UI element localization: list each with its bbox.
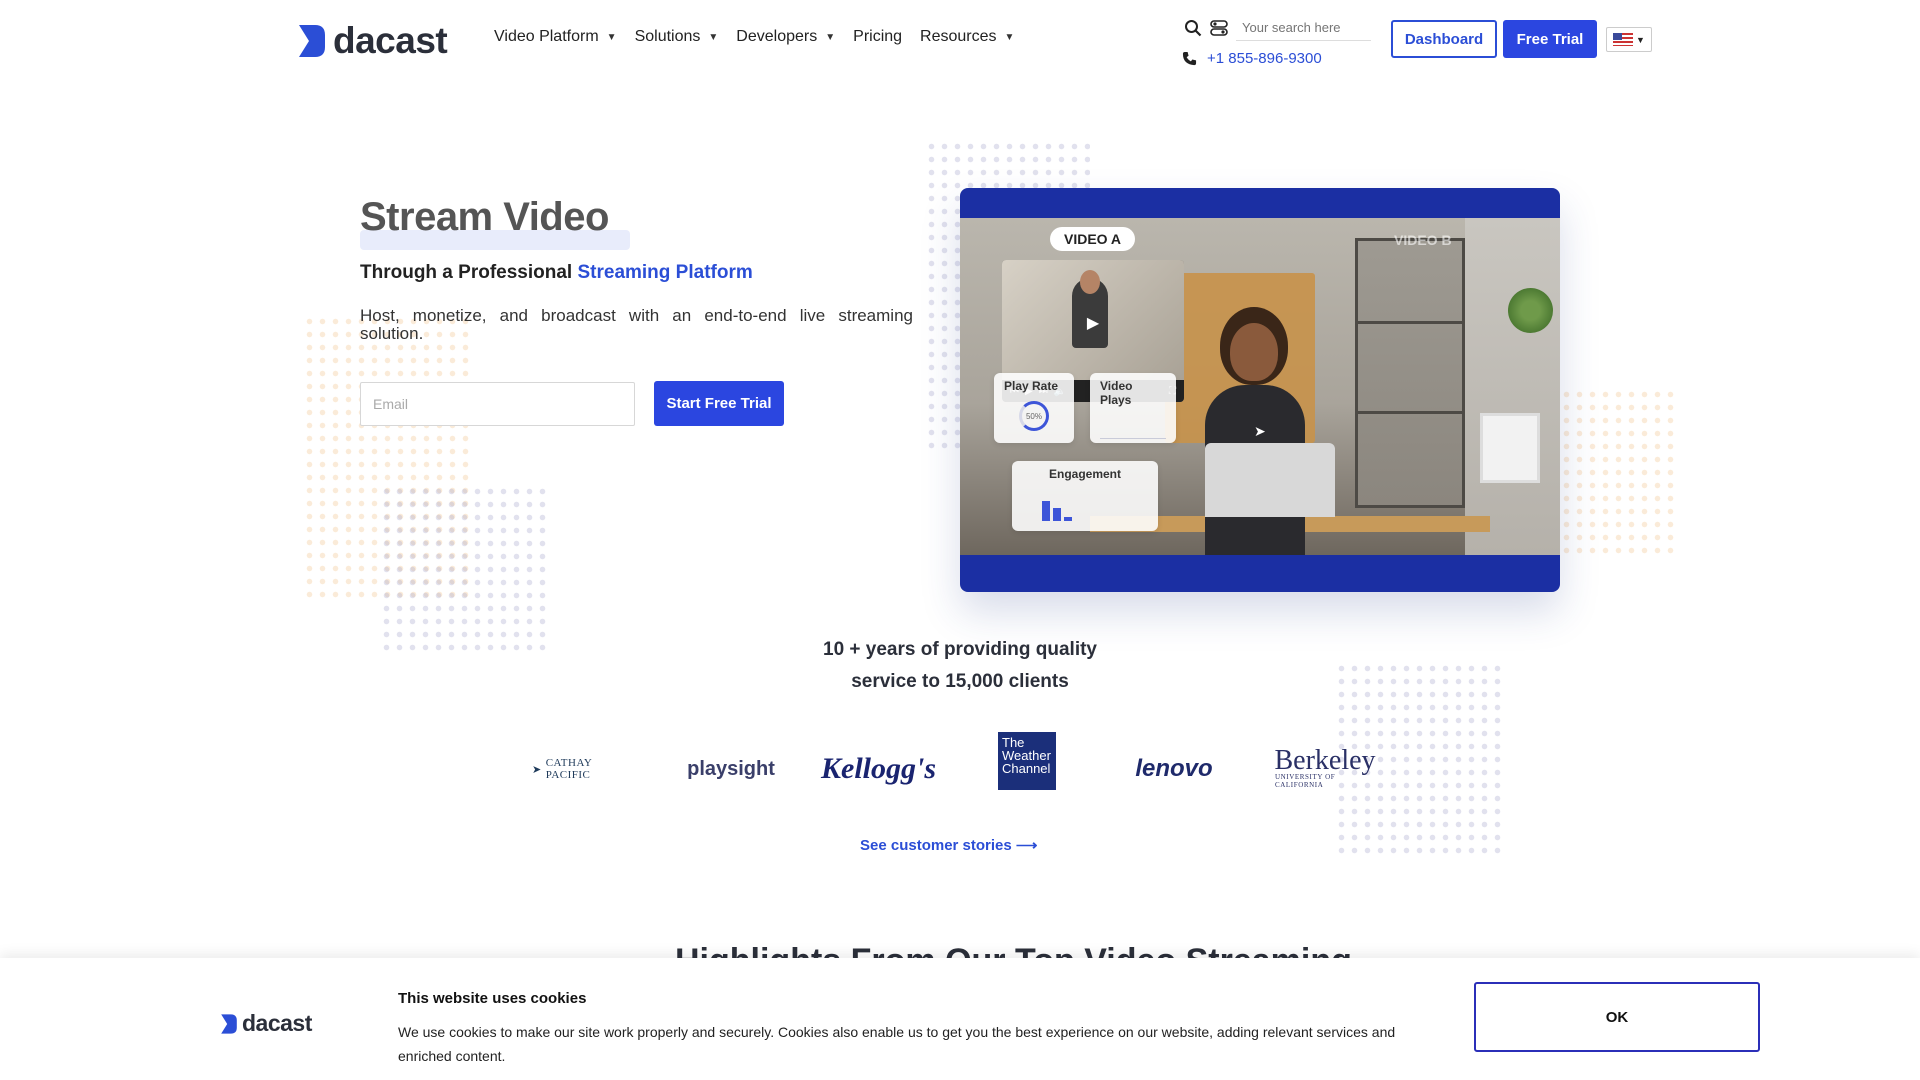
search-area	[1184, 14, 1384, 42]
play-icon[interactable]: ▶	[1082, 312, 1104, 334]
search-input[interactable]	[1236, 15, 1371, 41]
weather-channel-logo: The Weather Channel	[998, 732, 1056, 790]
bookshelf	[1355, 238, 1465, 508]
hero-subtitle-text: Through a Professional	[360, 262, 578, 283]
hero-subtitle: Through a Professional Streaming Platfor…	[360, 262, 753, 284]
nav-video-platform[interactable]: Video Platform ▼	[494, 28, 617, 46]
caret-down-icon: ▼	[1636, 34, 1645, 45]
phone-icon	[1182, 51, 1197, 66]
caret-down-icon: ▼	[825, 31, 836, 43]
dashboard-button[interactable]: Dashboard	[1391, 20, 1497, 58]
video-plays-sparkline	[1100, 419, 1166, 439]
nav-solutions[interactable]: Solutions ▼	[635, 28, 719, 46]
nav-label: Developers	[736, 28, 818, 45]
dacast-logo-icon	[221, 1013, 237, 1034]
nav-pricing[interactable]: Pricing	[853, 28, 902, 46]
engagement-bar	[1053, 508, 1061, 521]
play-rate-card: Play Rate 50%	[994, 373, 1074, 443]
play-rate-label: Play Rate	[1004, 379, 1059, 393]
nav-label: Pricing	[853, 28, 903, 45]
site-header: dacast Video Platform ▼ Solutions ▼ Deve…	[0, 0, 1920, 80]
nav-resources[interactable]: Resources ▼	[920, 28, 1014, 46]
dacast-logo-icon	[299, 25, 325, 57]
main-nav: Video Platform ▼ Solutions ▼ Developers …	[494, 28, 1014, 46]
hero-description: Host, monetize, and broadcast with an en…	[360, 306, 913, 343]
stats-text: 10 + years of providing quality service …	[760, 634, 1160, 698]
caret-down-icon: ▼	[708, 31, 719, 43]
berkeley-subtitle: UNIVERSITY OF CALIFORNIA	[1275, 773, 1336, 789]
caret-down-icon: ▼	[1004, 31, 1015, 43]
cathay-pacific-logo: ➤ CATHAY PACIFIC	[532, 748, 634, 790]
caret-down-icon: ▼	[606, 31, 617, 43]
berkeley-logo: Berkeley UNIVERSITY OF CALIFORNIA	[1274, 745, 1376, 790]
video-plays-label: Video Plays	[1100, 379, 1133, 407]
cathay-brushwing-icon: ➤	[532, 763, 542, 776]
nav-label: Solutions	[634, 28, 701, 45]
kelloggs-logo: Kellogg's	[821, 752, 937, 785]
cookie-brand-logo: dacast	[220, 1010, 312, 1037]
customer-stories-link[interactable]: See customer stories ⟶	[860, 836, 1037, 854]
cookie-description: We use cookies to make our site work pro…	[398, 1024, 1396, 1064]
stats-line-1: 10 + years of providing quality	[823, 639, 1097, 660]
engagement-card: Engagement	[1012, 461, 1158, 531]
mouse-cursor-icon: ➤	[1254, 423, 1266, 439]
lenovo-logo: lenovo	[1135, 755, 1213, 782]
berkeley-name: Berkeley	[1274, 745, 1376, 776]
free-trial-button[interactable]: Free Trial	[1503, 20, 1597, 58]
hero-title: Stream Video	[360, 195, 609, 239]
brand-name: dacast	[333, 20, 448, 61]
search-icon[interactable]	[1184, 19, 1202, 37]
nav-developers[interactable]: Developers ▼	[736, 28, 835, 46]
cookie-title: This website uses cookies	[398, 990, 587, 1007]
presenter-head	[1230, 323, 1278, 381]
weather-line-3: Channel	[1002, 761, 1051, 776]
laptop	[1205, 443, 1335, 517]
email-field[interactable]	[360, 382, 635, 426]
phone-link[interactable]: +1 855-896-9300	[1182, 50, 1322, 67]
hero-subtitle-accent: Streaming Platform	[577, 262, 753, 283]
hero-video[interactable]: VIDEO A VIDEO B ▶ ⏮ ▶ ⏭ 🔈 ⛶ Play Rate 50…	[960, 188, 1560, 592]
phone-number: +1 855-896-9300	[1207, 50, 1322, 67]
dot-pattern	[380, 485, 550, 655]
toggle-icon[interactable]	[1210, 19, 1228, 37]
video-plays-card: Video Plays	[1090, 373, 1176, 443]
playsight-logo: playsight	[687, 757, 775, 780]
dot-pattern	[1560, 388, 1680, 558]
cookie-ok-button[interactable]: OK	[1474, 982, 1760, 1052]
cookie-banner: dacast This website uses cookies We use …	[0, 958, 1920, 1080]
start-free-trial-button[interactable]: Start Free Trial	[654, 381, 784, 426]
video-a-badge: VIDEO A	[1050, 227, 1136, 251]
picture-frame	[1480, 413, 1540, 483]
engagement-bar	[1042, 501, 1050, 521]
cathay-name: CATHAY PACIFIC	[545, 757, 592, 781]
language-selector[interactable]: ▼	[1606, 27, 1652, 52]
back-wall	[1465, 218, 1560, 555]
brand-logo[interactable]: dacast	[297, 20, 448, 62]
us-flag-icon	[1613, 33, 1634, 46]
stats-line-2: service to 15,000 clients	[851, 671, 1069, 692]
page: dacast Video Platform ▼ Solutions ▼ Deve…	[0, 0, 1920, 1080]
video-scene: VIDEO A VIDEO B ▶ ⏮ ▶ ⏭ 🔈 ⛶ Play Rate 50…	[960, 218, 1560, 555]
engagement-label: Engagement	[1048, 467, 1121, 481]
video-b-badge: VIDEO B	[1394, 232, 1452, 248]
play-rate-ring: 50%	[1019, 401, 1049, 431]
engagement-bar	[1064, 517, 1072, 521]
nav-label: Resources	[920, 28, 997, 45]
plant-icon	[1508, 288, 1553, 333]
cookie-brand-name: dacast	[242, 1010, 312, 1036]
nav-label: Video Platform	[494, 28, 599, 45]
engagement-bars	[1022, 491, 1148, 521]
